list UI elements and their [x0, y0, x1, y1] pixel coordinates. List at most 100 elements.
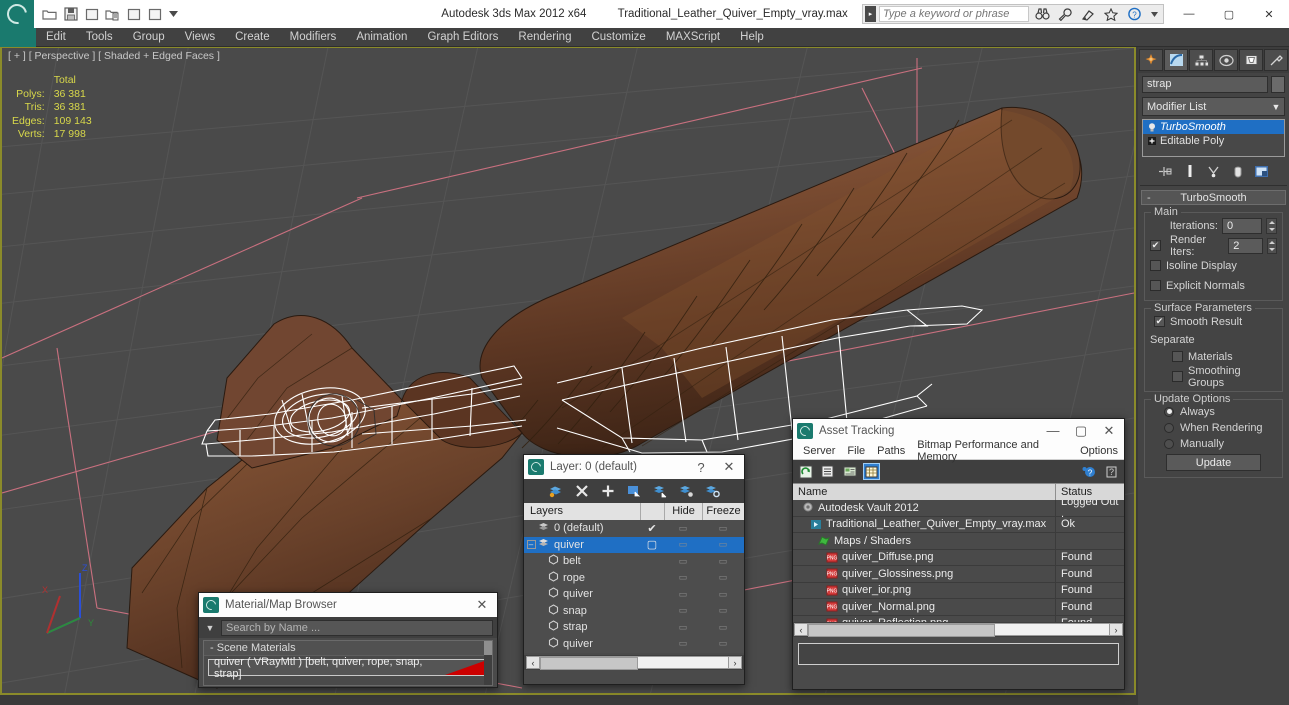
- column-header-name[interactable]: Name: [793, 484, 1056, 500]
- iterations-field[interactable]: 0: [1222, 217, 1262, 234]
- help-icon[interactable]: ?: [1103, 463, 1120, 480]
- close-button[interactable]: ✕: [471, 597, 493, 613]
- pin-stack-icon[interactable]: [1157, 162, 1175, 180]
- table-row[interactable]: PNG quiver_Reflection.png Found: [793, 615, 1124, 622]
- close-button[interactable]: ✕: [1098, 423, 1120, 439]
- column-header-status[interactable]: Status: [1056, 484, 1124, 500]
- chevron-down-icon[interactable]: [166, 5, 180, 24]
- menu-item-edit[interactable]: Edit: [36, 28, 76, 47]
- select-objects-icon[interactable]: [626, 483, 643, 500]
- menu-item-animation[interactable]: Animation: [346, 28, 417, 47]
- smoothing-groups-row[interactable]: Smoothing Groups: [1150, 365, 1277, 389]
- scrollbar-thumb[interactable]: [808, 624, 995, 637]
- hide-toggle[interactable]: ▭: [664, 589, 702, 600]
- info-center-dropdown-icon[interactable]: [1147, 5, 1161, 24]
- asset-tracking-status-field[interactable]: [798, 643, 1119, 665]
- highlight-selected-icon[interactable]: [678, 483, 695, 500]
- close-button[interactable]: ✕: [1249, 0, 1289, 28]
- help-new-icon[interactable]: ?: [1081, 463, 1098, 480]
- expand-plus-icon[interactable]: [1147, 136, 1156, 146]
- hide-toggle[interactable]: ▭: [664, 523, 702, 534]
- scroll-left-icon[interactable]: ‹: [526, 656, 540, 669]
- render-iters-spinner[interactable]: [1267, 237, 1278, 254]
- material-map-browser-dialog[interactable]: Material/Map Browser ✕ ▼ Search by Name …: [198, 592, 498, 688]
- menu-item-file[interactable]: File: [841, 445, 871, 457]
- layer-dialog[interactable]: Layer: 0 (default) ? ✕ Layers Hide Freez…: [523, 454, 745, 685]
- list-item[interactable]: quiver ▭ ▭: [524, 636, 744, 653]
- materials-row[interactable]: Materials: [1150, 348, 1277, 365]
- collapse-icon[interactable]: -: [210, 642, 214, 654]
- table-row[interactable]: PNG quiver_Diffuse.png Found: [793, 549, 1124, 566]
- material-browser-list[interactable]: - Scene Materials quiver ( VRayMtl ) [be…: [203, 640, 493, 686]
- chevron-down-icon[interactable]: ▼: [1268, 102, 1284, 112]
- turbosmooth-rollout-header[interactable]: - TurboSmooth: [1141, 190, 1286, 205]
- satellite-icon[interactable]: [1078, 5, 1098, 23]
- maximize-button[interactable]: ▢: [1209, 0, 1249, 28]
- freeze-toggle[interactable]: ▭: [702, 539, 744, 550]
- delete-layer-icon[interactable]: [574, 483, 591, 500]
- table-row[interactable]: Maps / Shaders: [793, 533, 1124, 550]
- hierarchy-tab-icon[interactable]: [1189, 49, 1213, 71]
- explicit-normals-row[interactable]: Explicit Normals: [1150, 277, 1277, 294]
- smooth-result-checkbox[interactable]: [1154, 316, 1165, 327]
- minimize-button[interactable]: —: [1042, 423, 1064, 438]
- lightbulb-icon[interactable]: [1147, 122, 1156, 132]
- scrollbar-track[interactable]: [540, 656, 728, 670]
- scrollbar-thumb[interactable]: [540, 657, 638, 670]
- isoline-display-checkbox[interactable]: [1150, 260, 1161, 271]
- menu-item-create[interactable]: Create: [225, 28, 280, 47]
- chevron-down-icon[interactable]: ▼: [203, 623, 217, 633]
- import-icon[interactable]: [103, 5, 122, 24]
- display-tab-icon[interactable]: [1239, 49, 1263, 71]
- layer-properties-icon[interactable]: [704, 483, 721, 500]
- search-input[interactable]: [879, 6, 1029, 22]
- menu-item-graph-editors[interactable]: Graph Editors: [417, 28, 508, 47]
- scene-materials-group[interactable]: - Scene Materials: [204, 641, 492, 656]
- path-view-icon[interactable]: [841, 463, 858, 480]
- utilities-tab-icon[interactable]: [1264, 49, 1288, 71]
- explicit-normals-checkbox[interactable]: [1150, 280, 1161, 291]
- column-header-hide[interactable]: Hide: [664, 503, 702, 520]
- material-browser-vertical-scrollbar[interactable]: [484, 641, 492, 685]
- menu-item-tools[interactable]: Tools: [76, 28, 123, 47]
- freeze-toggle[interactable]: ▭: [702, 605, 744, 616]
- table-row[interactable]: PNG quiver_Normal.png Found: [793, 599, 1124, 616]
- update-always-row[interactable]: Always: [1150, 404, 1277, 419]
- hide-toggle[interactable]: ▭: [664, 572, 702, 583]
- isoline-display-row[interactable]: Isoline Display: [1150, 257, 1277, 274]
- menu-item-rendering[interactable]: Rendering: [508, 28, 581, 47]
- collapse-icon[interactable]: -: [1147, 192, 1151, 204]
- freeze-toggle[interactable]: ▭: [702, 572, 744, 583]
- freeze-toggle[interactable]: ▭: [702, 556, 744, 567]
- expand-collapse-icon[interactable]: –: [526, 540, 536, 550]
- create-tab-icon[interactable]: [1139, 49, 1163, 71]
- help-button[interactable]: ?: [690, 460, 712, 475]
- modifier-stack[interactable]: TurboSmooth Editable Poly: [1142, 119, 1285, 157]
- smoothing-groups-checkbox[interactable]: [1172, 371, 1183, 382]
- table-row[interactable]: PNG quiver_ior.png Found: [793, 582, 1124, 599]
- list-item[interactable]: strap ▭ ▭: [524, 619, 744, 636]
- add-selection-icon[interactable]: [600, 483, 617, 500]
- asset-tracking-dialog[interactable]: Asset Tracking — ▢ ✕ Server File Paths B…: [792, 418, 1125, 690]
- scrollbar-track[interactable]: [808, 623, 1109, 637]
- hide-toggle[interactable]: ▭: [664, 539, 702, 550]
- configure-sets-icon[interactable]: [1253, 162, 1271, 180]
- maximize-button[interactable]: ▢: [1070, 423, 1092, 439]
- object-name-field[interactable]: strap: [1142, 76, 1268, 93]
- freeze-toggle[interactable]: ▭: [702, 523, 744, 534]
- update-when-rendering-row[interactable]: When Rendering: [1150, 420, 1277, 435]
- materials-checkbox[interactable]: [1172, 351, 1183, 362]
- open-file-icon[interactable]: [40, 5, 59, 24]
- update-button[interactable]: Update: [1166, 454, 1261, 471]
- make-unique-icon[interactable]: [1205, 162, 1223, 180]
- create-new-layer-icon[interactable]: [548, 483, 565, 500]
- asset-tracking-horizontal-scrollbar[interactable]: ‹ ›: [793, 622, 1124, 637]
- scroll-left-icon[interactable]: ‹: [794, 623, 808, 636]
- asset-tracking-rows[interactable]: Autodesk Vault 2012 Logged Out . Traditi…: [793, 500, 1124, 622]
- table-row[interactable]: Autodesk Vault 2012 Logged Out .: [793, 500, 1124, 520]
- material-color-swatch[interactable]: [445, 660, 487, 675]
- remove-modifier-icon[interactable]: [1229, 162, 1247, 180]
- scroll-right-icon[interactable]: ›: [728, 656, 742, 669]
- render-iters-checkbox[interactable]: [1150, 240, 1161, 251]
- list-view-icon[interactable]: [819, 463, 836, 480]
